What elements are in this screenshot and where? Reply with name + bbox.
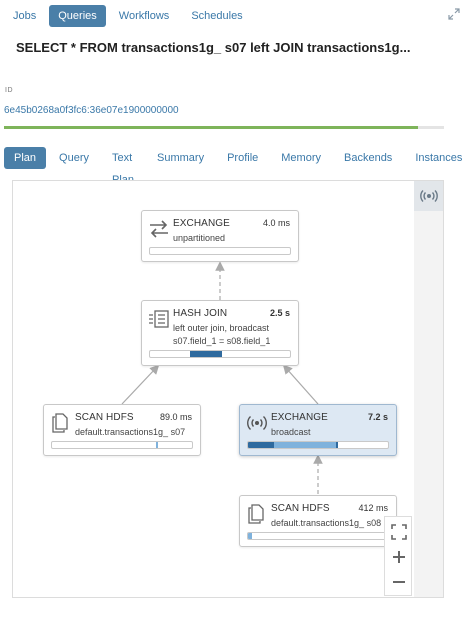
plan-node-exchange-broadcast[interactable]: EXCHANGE 7.2 s broadcast	[239, 404, 397, 456]
broadcast-icon	[419, 190, 438, 202]
tab-summary[interactable]: Summary	[147, 147, 214, 169]
node-detail: s07.field_1 = s08.field_1	[173, 336, 271, 346]
node-time: 7.2 s	[367, 412, 388, 422]
query-title: SELECT * FROM transactions1g_ s07 left J…	[16, 40, 411, 55]
fit-to-screen-button[interactable]	[385, 519, 413, 544]
node-timeline-bar	[149, 350, 291, 358]
broadcast-icon	[247, 415, 267, 431]
scan-file-icon	[52, 413, 68, 433]
node-timeline-bar	[247, 532, 389, 540]
top-nav: Jobs Queries Workflows Schedules	[4, 5, 252, 27]
nav-workflows[interactable]: Workflows	[110, 5, 179, 27]
id-label: ID	[5, 87, 13, 94]
zoom-controls	[384, 516, 412, 596]
node-time: 4.0 ms	[262, 218, 290, 228]
tab-text-plan[interactable]: Text Plan	[102, 147, 144, 186]
fit-screen-icon	[391, 523, 407, 540]
tab-plan[interactable]: Plan	[4, 147, 47, 169]
node-detail: unpartitioned	[173, 233, 226, 243]
node-timeline-bar	[247, 441, 389, 449]
tab-bar: Plan Query Text Plan Summary Profile Mem…	[4, 147, 474, 186]
plan-node-scan-hdfs-s08[interactable]: SCAN HDFS 412 ms default.transactions1g_…	[239, 495, 397, 547]
node-time: 2.5 s	[269, 308, 290, 318]
tab-instances[interactable]: Instances	[405, 147, 472, 169]
plus-icon	[393, 550, 405, 563]
node-detail: left outer join, broadcast	[173, 323, 270, 333]
zoom-out-button[interactable]	[385, 569, 413, 594]
hash-join-icon	[149, 310, 169, 328]
nav-queries[interactable]: Queries	[49, 5, 106, 27]
plan-node-scan-hdfs-s07[interactable]: SCAN HDFS 89.0 ms default.transactions1g…	[43, 404, 201, 456]
node-name: EXCHANGE	[173, 218, 230, 229]
node-detail: broadcast	[271, 427, 311, 437]
node-time: 89.0 ms	[159, 412, 192, 422]
query-id[interactable]: 6e45b0268a0f3fc6:36e07e1900000000	[4, 105, 179, 116]
node-name: HASH JOIN	[173, 308, 228, 319]
minus-icon	[393, 580, 405, 583]
tab-memory[interactable]: Memory	[271, 147, 331, 169]
tab-query[interactable]: Query	[49, 147, 99, 169]
zoom-in-button[interactable]	[385, 544, 413, 569]
plan-sidebar	[414, 180, 444, 598]
scan-file-icon	[248, 504, 264, 524]
node-timeline-bar	[51, 441, 193, 449]
plan-node-exchange-unpartitioned[interactable]: EXCHANGE 4.0 ms unpartitioned	[141, 210, 299, 262]
node-detail: default.transactions1g_ s07	[75, 427, 186, 437]
node-name: SCAN HDFS	[271, 503, 330, 514]
query-progress	[4, 126, 444, 129]
node-timeline-bar	[149, 247, 291, 255]
plan-node-hash-join[interactable]: HASH JOIN 2.5 s left outer join, broadca…	[141, 300, 299, 366]
nav-jobs[interactable]: Jobs	[4, 5, 45, 27]
nav-schedules[interactable]: Schedules	[182, 5, 251, 27]
expand-icon[interactable]	[448, 8, 460, 20]
tab-backends[interactable]: Backends	[334, 147, 402, 169]
stream-toggle-button[interactable]	[414, 181, 443, 211]
node-name: EXCHANGE	[271, 412, 328, 423]
query-progress-fill	[4, 126, 418, 129]
node-name: SCAN HDFS	[75, 412, 134, 423]
node-detail: default.transactions1g_ s08	[271, 518, 382, 528]
exchange-arrows-icon	[150, 220, 168, 238]
node-time: 412 ms	[358, 503, 388, 513]
tab-profile[interactable]: Profile	[217, 147, 268, 169]
